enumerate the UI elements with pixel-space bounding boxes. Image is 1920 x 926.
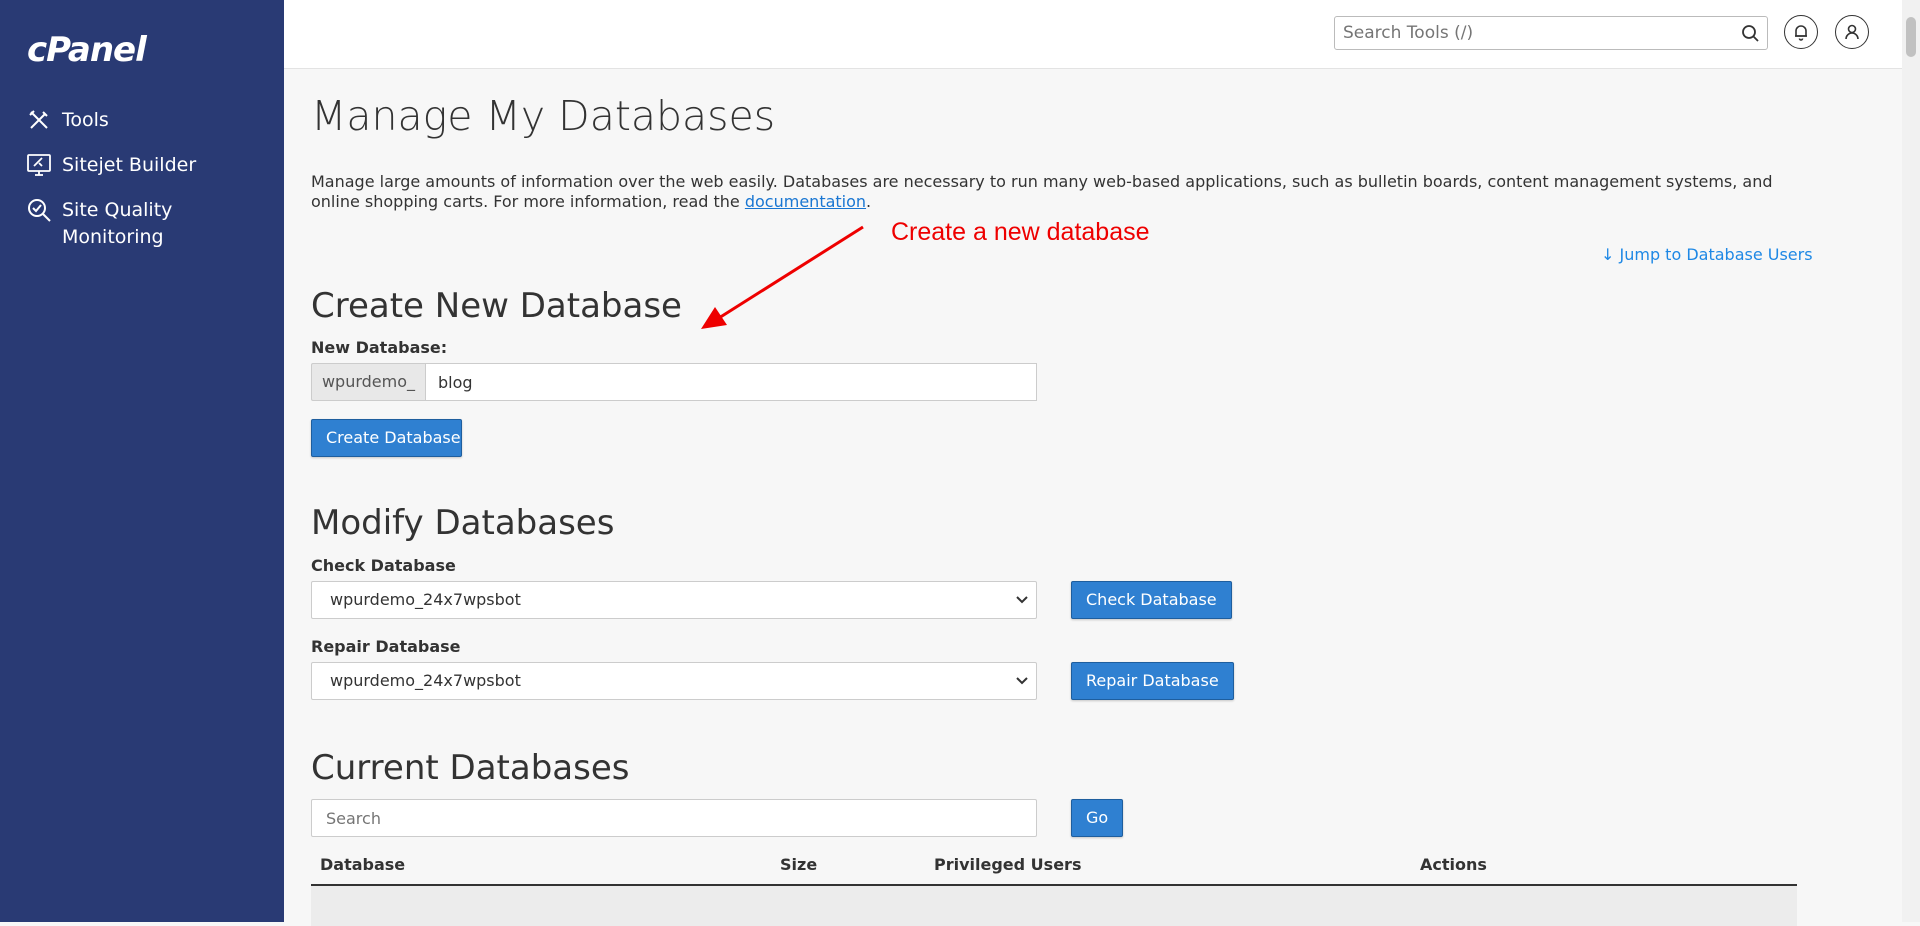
user-icon: [1845, 24, 1859, 40]
sidebar-item-label-line2: Monitoring: [62, 226, 164, 248]
column-actions: Actions: [1420, 855, 1487, 874]
scrollbar[interactable]: [1902, 0, 1920, 922]
check-database-selected: wpurdemo_24x7wpsbot: [330, 590, 521, 609]
database-prefix: wpurdemo_: [311, 363, 425, 401]
column-database[interactable]: Database: [320, 855, 405, 874]
bell-icon: [1795, 25, 1807, 41]
modify-databases-heading: Modify Databases: [311, 503, 615, 543]
user-menu-button[interactable]: [1835, 15, 1869, 49]
table-header: Database Size Privileged Users Actions: [311, 844, 1797, 886]
page-title: Manage My Databases: [311, 92, 776, 140]
top-header: [284, 0, 1920, 69]
go-button[interactable]: Go: [1071, 799, 1124, 837]
new-database-field: wpurdemo_: [311, 363, 1037, 401]
intro-text: Manage large amounts of information over…: [311, 172, 1801, 212]
databases-table: Database Size Privileged Users Actions: [311, 844, 1797, 926]
column-privileged-users: Privileged Users: [934, 855, 1082, 874]
tools-icon: [26, 107, 52, 133]
jump-to-database-users-link[interactable]: ↓ Jump to Database Users: [1601, 245, 1813, 264]
chevron-down-icon: [1016, 596, 1028, 604]
search-tools-box[interactable]: [1334, 16, 1768, 50]
sitejet-icon: [26, 152, 52, 178]
sidebar-item-tools[interactable]: Tools: [26, 107, 109, 134]
table-row: [311, 886, 1797, 926]
database-search-input[interactable]: [311, 799, 1037, 837]
search-icon[interactable]: [1741, 24, 1759, 42]
notifications-button[interactable]: [1784, 15, 1818, 49]
check-database-label: Check Database: [311, 556, 456, 575]
repair-database-label: Repair Database: [311, 637, 461, 656]
check-database-select[interactable]: wpurdemo_24x7wpsbot: [311, 581, 1037, 619]
new-database-input[interactable]: [425, 363, 1037, 401]
column-size[interactable]: Size: [780, 855, 817, 874]
create-new-database-heading: Create New Database: [311, 286, 682, 326]
sidebar-item-label: Sitejet Builder: [62, 154, 197, 176]
sidebar-item-sitejet[interactable]: Sitejet Builder: [26, 152, 196, 179]
intro-end: .: [866, 192, 872, 211]
scrollbar-thumb[interactable]: [1906, 17, 1916, 57]
site-quality-icon: [26, 197, 52, 223]
search-tools-input[interactable]: [1335, 17, 1731, 49]
chevron-down-icon: [1016, 677, 1028, 685]
sidebar-item-site-quality[interactable]: Site Quality Monitoring: [26, 197, 172, 251]
annotation-arrow: [701, 225, 864, 329]
new-database-label: New Database:: [311, 338, 448, 357]
check-database-button[interactable]: Check Database: [1071, 581, 1232, 619]
repair-database-select[interactable]: wpurdemo_24x7wpsbot: [311, 662, 1037, 700]
repair-database-selected: wpurdemo_24x7wpsbot: [330, 671, 521, 690]
documentation-link[interactable]: documentation: [745, 192, 866, 211]
intro-body: Manage large amounts of information over…: [311, 172, 1773, 211]
repair-database-button[interactable]: Repair Database: [1071, 662, 1234, 700]
sidebar-item-label: Tools: [62, 109, 109, 131]
sidebar: cPanel Tools Sitejet Builder Site Qualit…: [0, 0, 284, 922]
sidebar-item-label: Site Quality: [62, 199, 173, 221]
cpanel-logo[interactable]: cPanel: [27, 30, 147, 70]
current-databases-heading: Current Databases: [311, 748, 630, 788]
create-database-button[interactable]: Create Database: [311, 419, 462, 457]
